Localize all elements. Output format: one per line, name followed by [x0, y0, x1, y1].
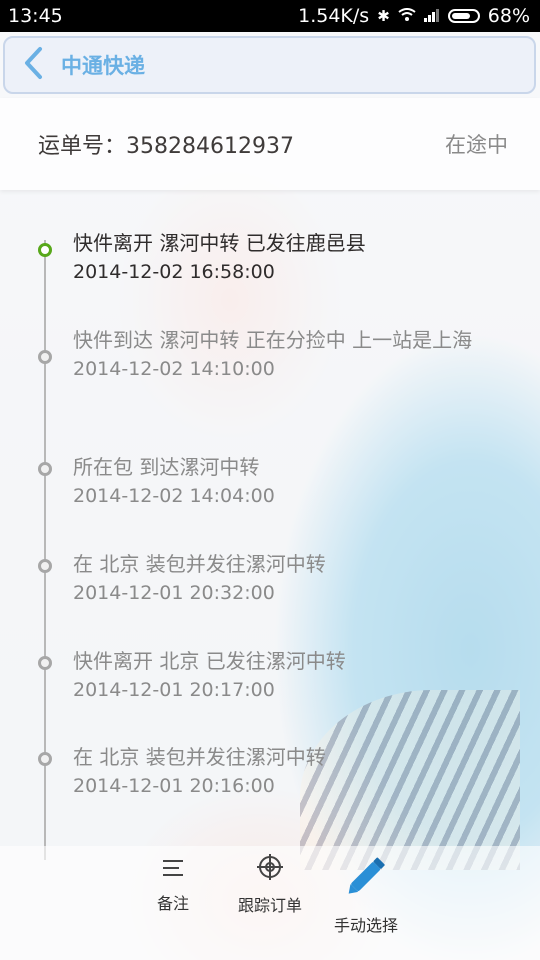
status-bar: 13:45 1.54K/s ✱ 68% [0, 0, 540, 32]
timeline-event: 所在包 到达漯河中转 [73, 455, 260, 479]
battery-percent: 68% [487, 5, 530, 27]
timeline-event: 快件离开 漯河中转 已发往鹿邑县 [73, 231, 366, 255]
timeline-dot [38, 656, 52, 670]
tracking-timeline: 快件离开 漯河中转 已发往鹿邑县 2014-12-02 16:58:00 快件到… [0, 220, 540, 860]
timeline-dot [38, 752, 52, 766]
page-title: 中通快递 [61, 54, 145, 78]
timeline-event: 在 北京 装包并发往漯河中转 [73, 552, 326, 576]
waybill-card: 运单号：358284612937 在途中 [0, 98, 540, 190]
chevron-left-icon [22, 46, 44, 84]
target-icon [228, 854, 312, 884]
track-order-button[interactable]: 跟踪订单 [228, 854, 312, 916]
signal-icon [423, 5, 440, 27]
timeline-time: 2014-12-02 16:58:00 [73, 261, 275, 283]
waybill-number: 358284612937 [126, 134, 294, 159]
bottom-action-bar: 备注 跟踪订单 手动选择 [0, 846, 540, 960]
track-order-label: 跟踪订单 [237, 896, 302, 915]
status-time: 13:45 [8, 5, 63, 27]
note-label: 备注 [156, 894, 189, 913]
delivery-status: 在途中 [445, 133, 508, 157]
timeline-time: 2014-12-01 20:32:00 [73, 582, 275, 604]
timeline-line [44, 240, 46, 860]
network-speed: 1.54K/s [298, 5, 370, 27]
status-indicators: 1.54K/s ✱ 68% [298, 5, 530, 27]
battery-icon [447, 9, 480, 23]
timeline-time: 2014-12-02 14:10:00 [73, 358, 275, 380]
pen-icon [326, 854, 406, 904]
manual-select-button[interactable]: 手动选择 [326, 854, 406, 936]
timeline-time: 2014-12-02 14:04:00 [73, 485, 275, 507]
timeline-dot [38, 350, 52, 364]
timeline-time: 2014-12-01 20:17:00 [73, 679, 275, 701]
app-header: 中通快递 [3, 36, 536, 94]
waybill-label: 运单号： [38, 134, 127, 159]
waybill-number-group: 运单号：358284612937 [38, 128, 294, 160]
note-button[interactable]: 备注 [140, 858, 206, 914]
timeline-dot-current [38, 243, 52, 257]
timeline-dot [38, 559, 52, 573]
timeline-dot [38, 462, 52, 476]
bluetooth-icon: ✱ [377, 7, 390, 25]
timeline-time: 2014-12-01 20:16:00 [73, 775, 275, 797]
back-button[interactable] [5, 38, 61, 92]
timeline-event: 快件到达 漯河中转 正在分捡中 上一站是上海 [73, 328, 473, 352]
list-icon [140, 858, 206, 882]
manual-select-label: 手动选择 [333, 916, 398, 935]
timeline-event: 快件离开 北京 已发往漯河中转 [73, 649, 346, 673]
wifi-icon [398, 5, 416, 27]
timeline-event: 在 北京 装包并发往漯河中转 [73, 745, 326, 769]
